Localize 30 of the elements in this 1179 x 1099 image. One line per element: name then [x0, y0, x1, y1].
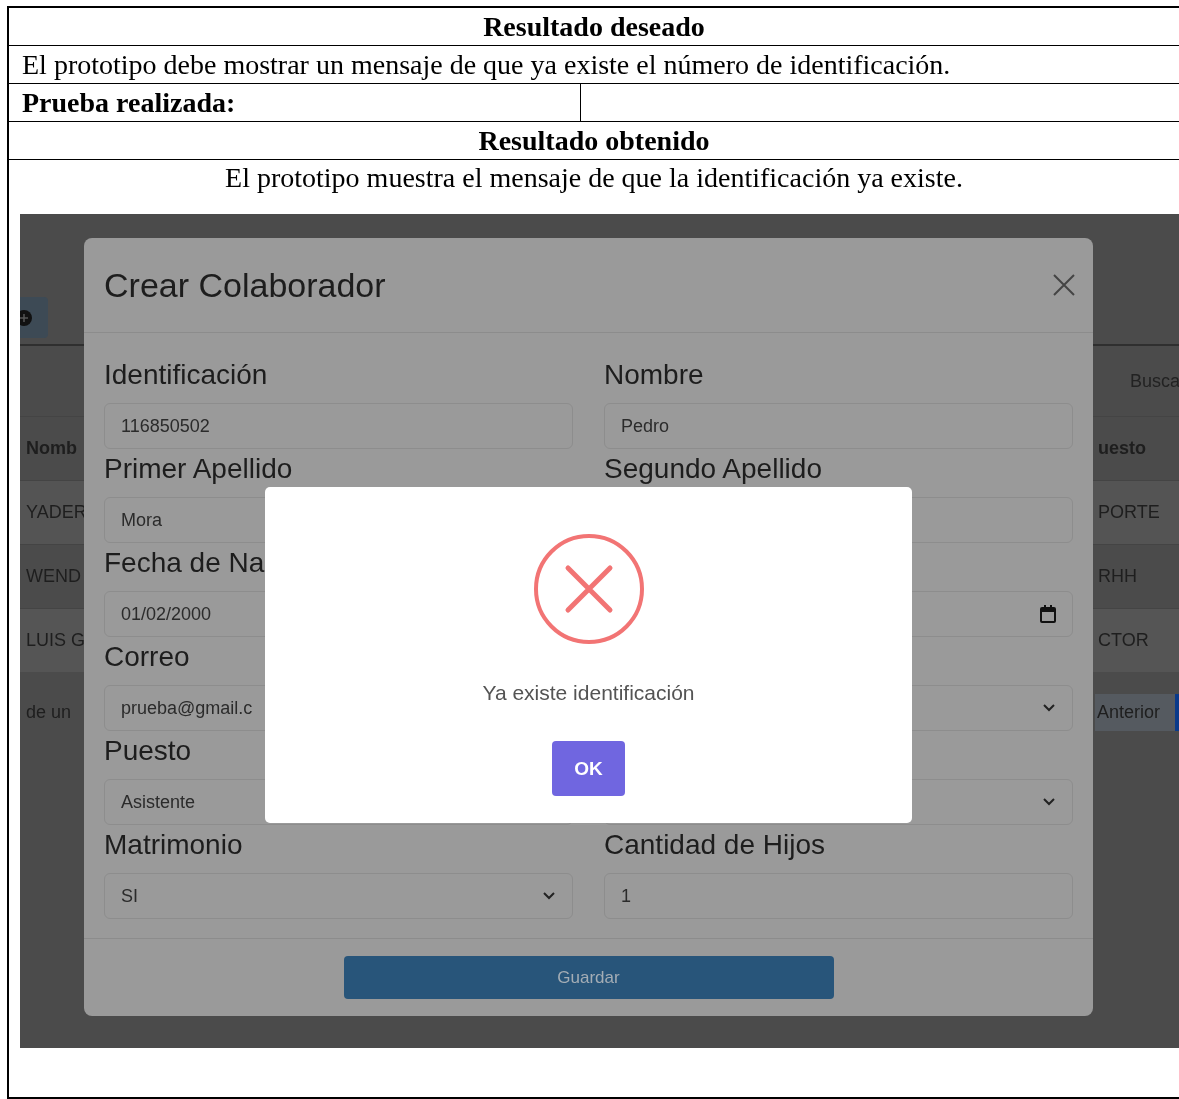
field-label: Matrimonio [104, 828, 244, 862]
table-cell-text: CTOR [1097, 630, 1150, 651]
close-icon[interactable] [1053, 274, 1075, 296]
field-label: Correo [104, 640, 191, 674]
calendar-icon [1040, 605, 1056, 623]
input-field[interactable]: Pedro [604, 403, 1073, 449]
section-heading: Resultado obtenido [477, 124, 711, 157]
field-label: Fecha de Na [104, 546, 266, 580]
field-label: Cantidad de Hijos [604, 828, 827, 862]
select-field[interactable]: SI [104, 873, 573, 919]
test-label: Prueba realizada: [9, 84, 581, 121]
field-label: Segundo Apellido [604, 452, 823, 486]
result-text: El prototipo muestra el mensaje de que la identificación ya existe. [224, 162, 964, 195]
field-label: Nombre [604, 358, 705, 392]
ok-button[interactable]: OK [552, 741, 625, 796]
modal-title: Crear Colaborador [104, 265, 386, 305]
save-button[interactable]: Guardar [343, 956, 834, 999]
section-heading: Resultado deseado [482, 10, 706, 43]
field-label: Primer Apellido [104, 452, 294, 486]
chevron-down-icon [542, 891, 556, 901]
field-label: Puesto [104, 734, 193, 768]
description-text: El prototipo debe mostrar un mensaje de que ya existe el número de identificación. [21, 48, 951, 81]
field-label: Identificación [104, 358, 269, 392]
alert-message: Ya existe identificación [482, 681, 695, 705]
chevron-down-icon [1042, 797, 1056, 807]
error-icon [532, 533, 645, 645]
chevron-down-icon [1042, 703, 1056, 713]
input-field[interactable]: 116850502 [104, 403, 573, 449]
input-field[interactable]: 1 [604, 873, 1073, 919]
add-button[interactable] [20, 297, 48, 338]
